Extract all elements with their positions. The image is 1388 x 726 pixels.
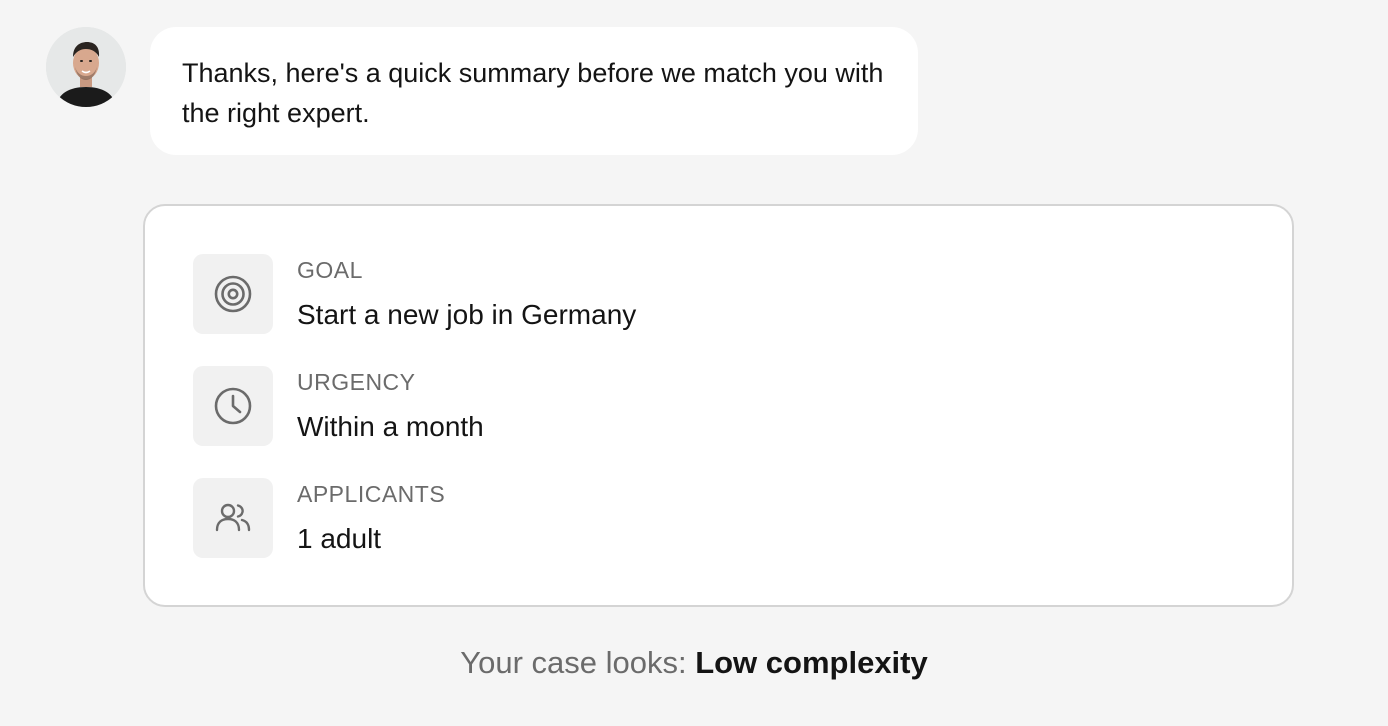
case-summary-card: GOAL Start a new job in Germany URGENCY … [143,204,1294,607]
summary-value-applicants: 1 adult [297,523,382,554]
message-bubble: Thanks, here's a quick summary before we… [150,27,918,155]
assistant-message: Thanks, here's a quick summary before we… [46,27,918,155]
summary-row-applicants: APPLICANTS 1 adult [193,478,1292,558]
clock-icon [193,366,273,446]
summary-label-goal: GOAL [297,257,363,283]
complexity-prefix: Your case looks: [460,645,696,680]
complexity-value: Low complexity [695,645,928,680]
target-icon [193,254,273,334]
summary-label-applicants: APPLICANTS [297,481,446,507]
summary-value-urgency: Within a month [297,411,484,442]
summary-label-urgency: URGENCY [297,369,416,395]
summary-row-urgency: URGENCY Within a month [193,366,1292,446]
avatar [46,27,126,107]
complexity-result: Your case looks: Low complexity [0,641,1388,685]
summary-value-goal: Start a new job in Germany [297,299,637,330]
users-icon [193,478,273,558]
summary-row-goal: GOAL Start a new job in Germany [193,254,1292,334]
